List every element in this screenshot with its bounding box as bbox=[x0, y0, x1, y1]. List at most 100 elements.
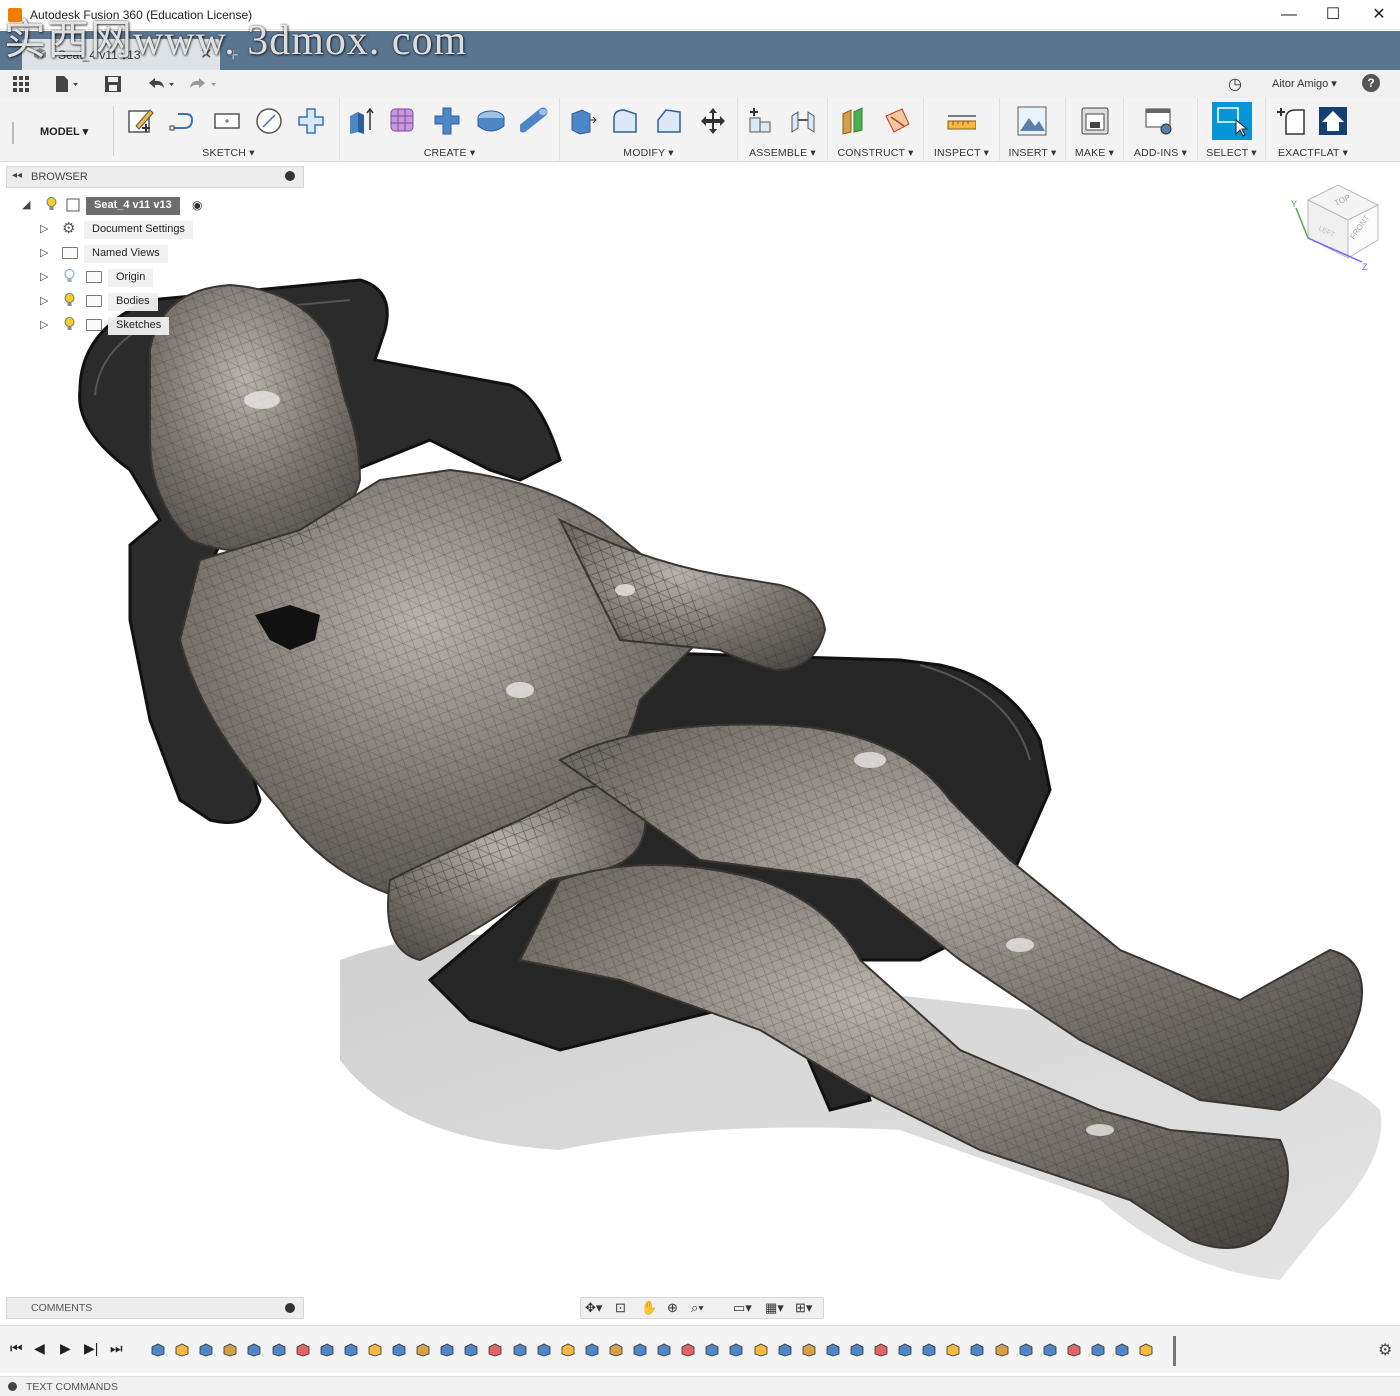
extrude-icon[interactable] bbox=[346, 106, 376, 136]
timeline-feature-icon[interactable] bbox=[198, 1343, 214, 1357]
timeline-feature-icon[interactable] bbox=[487, 1343, 503, 1357]
exactflat-flatten-icon[interactable] bbox=[1318, 106, 1348, 136]
timeline-feature-icon[interactable] bbox=[777, 1343, 793, 1357]
timeline-feature-icon[interactable] bbox=[367, 1343, 383, 1357]
timeline-feature-icon[interactable] bbox=[1138, 1343, 1154, 1357]
inspect-group[interactable]: INSPECT ▾ bbox=[924, 98, 1000, 162]
timeline-feature-icon[interactable] bbox=[969, 1343, 985, 1357]
browser-item-bodies[interactable]: ▷ Bodies bbox=[38, 291, 218, 311]
play-icon[interactable]: ▶ bbox=[60, 1340, 71, 1357]
look-at-icon[interactable]: ⊡ bbox=[615, 1300, 626, 1316]
timeline-feature-icon[interactable] bbox=[584, 1343, 600, 1357]
timeline-marker[interactable] bbox=[1173, 1336, 1176, 1366]
press-pull-icon[interactable] bbox=[568, 106, 598, 136]
new-tab-button[interactable]: + bbox=[228, 45, 239, 66]
timeline-feature-icon[interactable] bbox=[994, 1343, 1010, 1357]
exactflat-new-panel-icon[interactable] bbox=[1276, 106, 1306, 136]
timeline-feature-icon[interactable] bbox=[463, 1343, 479, 1357]
browser-root-row[interactable]: ◢ Seat_4 v11 v13 ◉ bbox=[20, 195, 220, 215]
circle-icon[interactable] bbox=[254, 106, 284, 136]
timeline-feature-icon[interactable] bbox=[753, 1343, 769, 1357]
timeline-feature-icon[interactable] bbox=[1090, 1343, 1106, 1357]
insert-canvas-icon[interactable] bbox=[1017, 106, 1047, 136]
timeline-feature-icon[interactable] bbox=[560, 1343, 576, 1357]
make-group[interactable]: MAKE ▾ bbox=[1066, 98, 1124, 162]
timeline-feature-icon[interactable] bbox=[656, 1343, 672, 1357]
browser-root-label[interactable]: Seat_4 v11 v13 bbox=[86, 197, 180, 215]
document-tab[interactable]: Seat_4 v11 v13* ◌ ✕ bbox=[22, 39, 220, 70]
timeline-feature-icon[interactable] bbox=[271, 1343, 287, 1357]
add-ins-group[interactable]: ADD-INS ▾ bbox=[1124, 98, 1198, 162]
create-group[interactable]: CREATE ▾ bbox=[340, 98, 560, 162]
browser-pin-icon[interactable] bbox=[285, 171, 295, 181]
3d-print-icon[interactable] bbox=[1080, 106, 1110, 136]
save-icon[interactable] bbox=[104, 75, 122, 93]
orbit-icon[interactable]: ✥▾ bbox=[585, 1300, 602, 1316]
insert-group[interactable]: INSERT ▾ bbox=[1000, 98, 1066, 162]
expand-triangle-icon[interactable]: ▷ bbox=[40, 270, 48, 283]
timeline-feature-icon[interactable] bbox=[415, 1343, 431, 1357]
timeline-feature-icon[interactable] bbox=[150, 1343, 166, 1357]
timeline-feature-icon[interactable] bbox=[439, 1343, 455, 1357]
step-forward-icon[interactable]: ▶| bbox=[84, 1340, 98, 1357]
text-commands-bar[interactable]: TEXT COMMANDS bbox=[0, 1376, 1400, 1396]
expand-triangle-icon[interactable]: ▷ bbox=[40, 294, 48, 307]
browser-panel-header[interactable]: ◂◂ BROWSER bbox=[6, 166, 304, 188]
expand-triangle-icon[interactable]: ▷ bbox=[40, 246, 48, 259]
activate-radio-icon[interactable]: ◉ bbox=[192, 198, 202, 212]
project-icon[interactable] bbox=[296, 106, 326, 136]
select-group[interactable]: SELECT ▾ bbox=[1198, 98, 1266, 162]
browser-item-document-settings[interactable]: ▷ ⚙ Document Settings bbox=[38, 219, 218, 239]
timeline-feature-icon[interactable] bbox=[704, 1343, 720, 1357]
help-icon[interactable]: ? bbox=[1362, 74, 1380, 92]
undo-icon[interactable] bbox=[146, 75, 176, 93]
construct-group[interactable]: CONSTRUCT ▾ bbox=[828, 98, 924, 162]
close-window-button[interactable]: ✕ bbox=[1364, 4, 1394, 26]
comments-panel[interactable]: COMMENTS bbox=[6, 1297, 304, 1319]
grid-settings-icon[interactable]: ▦▾ bbox=[765, 1300, 784, 1316]
collapse-browser-icon[interactable]: ◂◂ bbox=[12, 170, 22, 181]
browser-item-label[interactable]: Sketches bbox=[108, 317, 170, 335]
fillet-icon[interactable] bbox=[610, 106, 640, 136]
timeline-feature-icon[interactable] bbox=[945, 1343, 961, 1357]
browser-item-label[interactable]: Origin bbox=[108, 269, 154, 287]
timeline-feature-icon[interactable] bbox=[680, 1343, 696, 1357]
fit-icon[interactable]: ⌕▾ bbox=[691, 1300, 704, 1316]
collapse-triangle-icon[interactable]: ◢ bbox=[22, 198, 30, 211]
timeline-feature-icon[interactable] bbox=[512, 1343, 528, 1357]
zoom-icon[interactable]: ⊕ bbox=[667, 1300, 678, 1316]
assemble-group[interactable]: ASSEMBLE ▾ bbox=[738, 98, 828, 162]
timeline-feature-icon[interactable] bbox=[1114, 1343, 1130, 1357]
timeline-settings-gear-icon[interactable]: ⚙ bbox=[1378, 1340, 1392, 1360]
timeline-feature-icon[interactable] bbox=[849, 1343, 865, 1357]
timeline-feature-icon[interactable] bbox=[246, 1343, 262, 1357]
pipe-icon[interactable] bbox=[520, 106, 550, 136]
exactflat-group[interactable]: EXACTFLAT ▾ bbox=[1266, 98, 1360, 162]
expand-triangle-icon[interactable]: ▷ bbox=[40, 222, 48, 235]
timeline-feature-icon[interactable] bbox=[632, 1343, 648, 1357]
viewports-icon[interactable]: ⊞▾ bbox=[795, 1300, 812, 1316]
plane-at-angle-icon[interactable] bbox=[882, 106, 912, 136]
scripts-addins-icon[interactable] bbox=[1144, 106, 1174, 136]
redo-icon[interactable] bbox=[188, 75, 218, 93]
go-to-start-icon[interactable]: ⏮ bbox=[10, 1340, 23, 1357]
visibility-bulb-off-icon[interactable] bbox=[64, 269, 75, 283]
visibility-bulb-icon[interactable] bbox=[46, 197, 57, 211]
modify-group[interactable]: MODIFY ▾ bbox=[560, 98, 738, 162]
revolve-icon[interactable] bbox=[476, 106, 506, 136]
line-icon[interactable] bbox=[168, 106, 198, 136]
timeline-feature-icon[interactable] bbox=[801, 1343, 817, 1357]
timeline-feature-icon[interactable] bbox=[921, 1343, 937, 1357]
timeline-feature-icon[interactable] bbox=[174, 1343, 190, 1357]
chamfer-icon[interactable] bbox=[654, 106, 684, 136]
timeline-feature-icon[interactable] bbox=[295, 1343, 311, 1357]
browser-item-sketches[interactable]: ▷ Sketches bbox=[38, 315, 218, 335]
maximize-button[interactable]: ☐ bbox=[1318, 4, 1348, 26]
timeline-feature-icon[interactable] bbox=[391, 1343, 407, 1357]
timeline-feature-icon[interactable] bbox=[222, 1343, 238, 1357]
view-cube[interactable]: TOP FRONT LEFT Y Z bbox=[1288, 180, 1388, 275]
browser-item-label[interactable]: Document Settings bbox=[84, 221, 193, 239]
comments-add-icon[interactable] bbox=[285, 1303, 295, 1313]
timeline-feature-icon[interactable] bbox=[343, 1343, 359, 1357]
form-icon[interactable] bbox=[388, 106, 418, 136]
